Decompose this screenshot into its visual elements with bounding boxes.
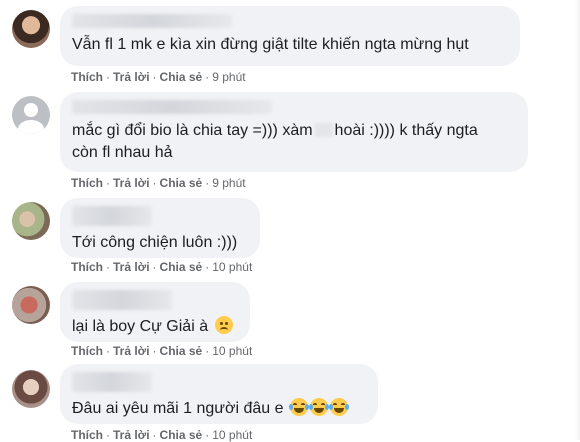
separator: · (152, 344, 157, 358)
separator: · (106, 344, 110, 358)
separator: · (106, 260, 110, 274)
comment-bubble: Vẫn fl 1 mk e kìa xin đừng giật tilte kh… (60, 6, 520, 66)
like-link[interactable]: Thích (71, 260, 103, 274)
separator: · (205, 70, 210, 84)
timestamp[interactable]: 10 phút (212, 260, 252, 274)
redacted-word (314, 123, 333, 137)
comment-text: lại là boy Cự Giải à (72, 316, 238, 338)
comment-text: mắc gì đổi bio là chia tay =))) xàm hoài … (72, 120, 516, 164)
timestamp[interactable]: 9 phút (212, 176, 245, 190)
page-edge (574, 0, 580, 440)
share-link[interactable]: Chia sẻ (160, 70, 203, 84)
like-link[interactable]: Thích (71, 70, 103, 84)
comment-text-part: mắc gì đổi bio là chia tay =))) xàm (72, 122, 313, 139)
avatar[interactable] (12, 370, 50, 408)
timestamp[interactable]: 10 phút (212, 344, 252, 358)
comment-text: Vẫn fl 1 mk e kìa xin đừng giật tilte kh… (72, 36, 469, 53)
comment-text: Đâu ai yêu mãi 1 người đâu e (72, 398, 366, 420)
separator: · (106, 176, 110, 190)
comment-bubble: Tới công chiện luôn :))) (60, 198, 260, 258)
commenter-name-redacted (72, 100, 272, 114)
separator: · (152, 260, 157, 274)
commenter-name-redacted (72, 290, 172, 310)
share-link[interactable]: Chia sẻ (160, 344, 203, 358)
comment-actions: Thích · Trả lời · Chia sẻ · 9 phút (71, 176, 246, 190)
laughing-tears-icon (309, 398, 329, 416)
comment-actions: Thích · Trả lời · Chia sẻ · 10 phút (71, 260, 252, 274)
separator: · (205, 176, 210, 190)
comment-text-part: hoài :)))) k thấy ngta (334, 122, 478, 139)
like-link[interactable]: Thích (71, 176, 103, 190)
comment-text-part: Đâu ai yêu mãi 1 người đâu e (72, 400, 284, 417)
reply-link[interactable]: Trả lời (113, 176, 150, 190)
separator: · (152, 176, 157, 190)
comment-bubble: mắc gì đổi bio là chia tay =))) xàm hoài … (60, 92, 528, 172)
comment-bubble: Đâu ai yêu mãi 1 người đâu e (60, 364, 378, 424)
timestamp[interactable]: 9 phút (212, 70, 245, 84)
avatar[interactable] (12, 10, 50, 48)
comment-actions: Thích · Trả lời · Chia sẻ · 9 phút (71, 70, 246, 84)
comment-text-part: lại là boy Cự Giải à (72, 318, 209, 335)
avatar[interactable] (12, 286, 50, 324)
like-link[interactable]: Thích (71, 344, 103, 358)
commenter-name-redacted (72, 206, 152, 226)
reply-link[interactable]: Trả lời (113, 260, 150, 274)
avatar[interactable] (12, 202, 50, 240)
commenter-name-redacted (72, 372, 152, 392)
avatar[interactable] (12, 96, 50, 134)
commenter-name-redacted (72, 14, 232, 28)
laughing-tears-icon (329, 398, 349, 416)
share-link[interactable]: Chia sẻ (160, 176, 203, 190)
reply-link[interactable]: Trả lời (113, 344, 150, 358)
separator: · (205, 260, 210, 274)
comment-actions: Thích · Trả lời · Chia sẻ · 10 phút (71, 344, 252, 358)
sad-face-icon (214, 316, 233, 334)
reply-link[interactable]: Trả lời (113, 70, 150, 84)
separator: · (106, 70, 110, 84)
separator: · (152, 70, 157, 84)
comment-bubble: lại là boy Cự Giải à (60, 282, 250, 342)
comment-text-part: còn fl nhau hả (72, 144, 173, 161)
laughing-tears-icon (289, 398, 309, 416)
share-link[interactable]: Chia sẻ (160, 260, 203, 274)
comment-text: Tới công chiện luôn :))) (72, 234, 238, 251)
separator: · (205, 344, 210, 358)
